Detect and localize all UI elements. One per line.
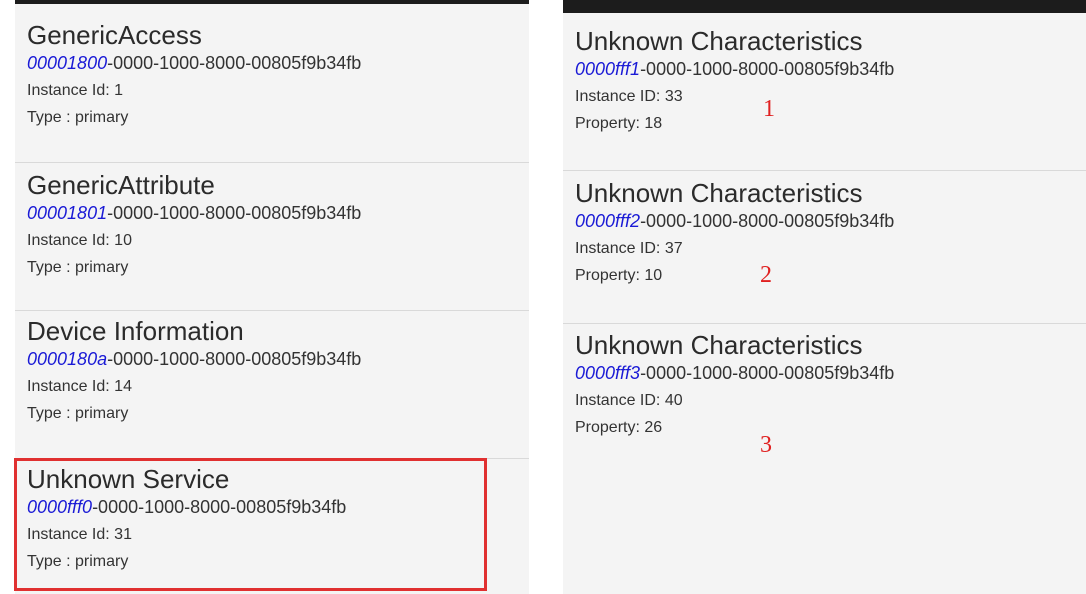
characteristic-item-fff1[interactable]: Unknown Characteristics 0000fff1-0000-10…: [563, 26, 1086, 134]
characteristic-item-fff2[interactable]: Unknown Characteristics 0000fff2-0000-10…: [563, 178, 1086, 286]
service-type: Type : primary: [27, 109, 129, 126]
services-panel: GenericAccess 00001800-0000-1000-8000-00…: [15, 0, 529, 594]
annotation-number: 1: [763, 96, 775, 122]
uuid-short: 0000fff0: [27, 497, 93, 517]
uuid-short: 0000fff1: [575, 59, 641, 79]
characteristic-uuid: 0000fff3-0000-1000-8000-00805f9b34fb: [575, 362, 1086, 384]
characteristic-name: Unknown Characteristics: [575, 330, 863, 360]
divider: [563, 170, 1086, 171]
service-uuid: 0000180a-0000-1000-8000-00805f9b34fb: [27, 348, 529, 370]
uuid-short: 0000180a: [27, 349, 108, 369]
service-type: Type : primary: [27, 259, 129, 276]
instance-id: Instance Id: 10: [27, 232, 132, 249]
uuid-short: 0000fff2: [575, 211, 641, 231]
service-item-generic-attribute[interactable]: GenericAttribute 00001801-0000-1000-8000…: [15, 170, 529, 278]
instance-id: Instance ID: 37: [575, 240, 683, 257]
service-name: GenericAccess: [27, 20, 202, 50]
characteristic-item-fff3[interactable]: Unknown Characteristics 0000fff3-0000-10…: [563, 330, 1086, 438]
service-uuid: 0000fff0-0000-1000-8000-00805f9b34fb: [27, 496, 529, 518]
service-item-device-information[interactable]: Device Information 0000180a-0000-1000-80…: [15, 316, 529, 424]
instance-id: Instance ID: 40: [575, 392, 683, 409]
service-name: GenericAttribute: [27, 170, 215, 200]
divider: [15, 458, 529, 459]
characteristic-name: Unknown Characteristics: [575, 26, 863, 56]
uuid-short: 00001800: [27, 53, 108, 73]
instance-id: Instance ID: 33: [575, 88, 683, 105]
instance-id: Instance Id: 1: [27, 82, 124, 99]
status-bar: [15, 0, 529, 4]
annotation-number: 3: [760, 432, 772, 458]
instance-id: Instance Id: 14: [27, 378, 132, 395]
service-type: Type : primary: [27, 405, 129, 422]
uuid-short: 00001801: [27, 203, 108, 223]
service-item-generic-access[interactable]: GenericAccess 00001800-0000-1000-8000-00…: [15, 20, 529, 128]
uuid-rest: -0000-1000-8000-00805f9b34fb: [640, 211, 895, 231]
characteristics-panel: Unknown Characteristics 0000fff1-0000-10…: [563, 0, 1086, 594]
service-name: Device Information: [27, 316, 244, 346]
divider: [563, 323, 1086, 324]
divider: [15, 162, 529, 163]
property: Property: 10: [575, 267, 663, 284]
uuid-rest: -0000-1000-8000-00805f9b34fb: [107, 203, 362, 223]
service-uuid: 00001800-0000-1000-8000-00805f9b34fb: [27, 52, 529, 74]
service-type: Type : primary: [27, 553, 129, 570]
characteristic-uuid: 0000fff1-0000-1000-8000-00805f9b34fb: [575, 58, 1086, 80]
service-uuid: 00001801-0000-1000-8000-00805f9b34fb: [27, 202, 529, 224]
service-name: Unknown Service: [27, 464, 230, 494]
characteristic-uuid: 0000fff2-0000-1000-8000-00805f9b34fb: [575, 210, 1086, 232]
uuid-rest: -0000-1000-8000-00805f9b34fb: [92, 497, 347, 517]
instance-id: Instance Id: 31: [27, 526, 132, 543]
status-bar: [563, 0, 1086, 13]
divider: [15, 310, 529, 311]
characteristic-name: Unknown Characteristics: [575, 178, 863, 208]
uuid-rest: -0000-1000-8000-00805f9b34fb: [640, 363, 895, 383]
uuid-rest: -0000-1000-8000-00805f9b34fb: [107, 53, 362, 73]
property: Property: 18: [575, 115, 663, 132]
property: Property: 26: [575, 419, 663, 436]
uuid-rest: -0000-1000-8000-00805f9b34fb: [107, 349, 362, 369]
uuid-short: 0000fff3: [575, 363, 641, 383]
service-item-unknown-service[interactable]: Unknown Service 0000fff0-0000-1000-8000-…: [15, 464, 529, 572]
uuid-rest: -0000-1000-8000-00805f9b34fb: [640, 59, 895, 79]
annotation-number: 2: [760, 262, 772, 288]
